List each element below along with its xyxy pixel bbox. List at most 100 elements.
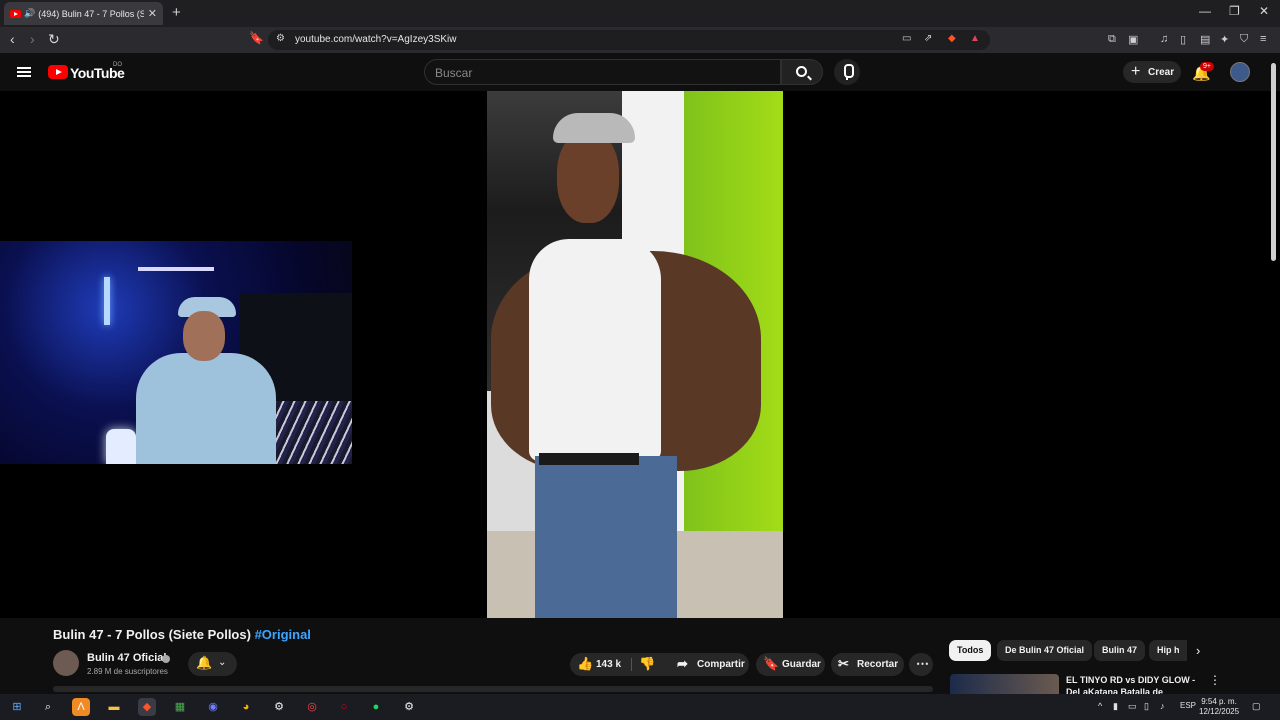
tray-overflow-icon[interactable]: ^	[1098, 701, 1102, 711]
share-button[interactable]: ➦ Compartir	[670, 653, 749, 676]
video-title: Bulin 47 - 7 Pollos (Siete Pollos) #Orig…	[53, 627, 311, 642]
lamp	[106, 429, 136, 464]
volume-tray-icon[interactable]: ♪	[1160, 701, 1165, 711]
music-video-clip	[487, 91, 783, 618]
dancer-cap	[553, 113, 635, 143]
browser-toolbar: ‹ › ↻ 🔖 ⚙ youtube.com/watch?v=AgIzey3SKi…	[0, 27, 1280, 53]
bookmark-icon[interactable]: 🔖	[249, 31, 264, 45]
minimize-icon[interactable]: —	[1199, 4, 1211, 18]
brave-shields-icon[interactable]: ◆	[948, 33, 956, 44]
person-face	[183, 311, 225, 361]
audio-playing-icon[interactable]: 🔊	[24, 8, 35, 19]
chevron-right-icon[interactable]: ›	[1196, 643, 1200, 658]
create-button[interactable]: + Crear	[1123, 61, 1181, 83]
plus-icon: +	[1131, 63, 1141, 80]
dancer-head	[557, 131, 619, 223]
browser-tab-strip: 🔊 (494) Bulin 47 - 7 Pollos (Siete Pollo…	[0, 0, 1280, 27]
sidebar-toggle-icon[interactable]: ▯	[1180, 33, 1186, 46]
file-explorer-icon[interactable]: ▬	[105, 698, 123, 716]
chat-app-icon[interactable]: ◉	[204, 698, 222, 716]
chip-from-channel[interactable]: De Bulin 47 Oficial	[997, 640, 1093, 661]
dancer-tank-top	[529, 239, 661, 461]
mic-tray-icon[interactable]: ▮	[1113, 701, 1118, 712]
description-box[interactable]	[53, 686, 933, 692]
save-button[interactable]: 🔖 Guardar	[756, 653, 825, 676]
clock-date: 12/12/2025	[1199, 707, 1240, 716]
back-icon[interactable]: ‹	[10, 31, 15, 47]
calculator-icon[interactable]: ▦	[171, 698, 189, 716]
chip-bulin47[interactable]: Bulin 47	[1094, 640, 1146, 661]
address-bar[interactable]: ⚙ youtube.com/watch?v=AgIzey3SKiw ▭ ⇗ ◆ …	[268, 30, 990, 50]
share-label: Compartir	[697, 659, 745, 670]
settings-icon[interactable]: ⚙	[400, 698, 418, 716]
chrome-icon[interactable]: ◕	[237, 698, 255, 716]
spotify-icon[interactable]: ●	[367, 698, 385, 716]
avatar[interactable]	[1230, 62, 1250, 82]
share-page-icon[interactable]: ⇗	[924, 33, 932, 44]
vpn-shield-icon[interactable]: ⛉	[1240, 33, 1248, 46]
bookmark-save-icon: 🔖	[763, 656, 780, 671]
notifications-badge: 9+	[1200, 62, 1214, 71]
verified-check-icon	[162, 655, 170, 663]
bell-icon: 🔔	[196, 655, 213, 670]
person-hoodie	[136, 353, 276, 464]
new-tab-button[interactable]: +	[172, 4, 181, 21]
media-icon[interactable]: ♫	[1160, 33, 1168, 45]
dancer-jeans	[535, 456, 677, 618]
clip-button[interactable]: ✂ Recortar	[831, 653, 904, 676]
app-icon-orange[interactable]: Λ	[72, 698, 90, 716]
search-icon	[796, 66, 807, 77]
url-text[interactable]: youtube.com/watch?v=AgIzey3SKiw	[295, 34, 456, 45]
channel-avatar[interactable]	[53, 650, 79, 676]
hamburger-menu-icon[interactable]	[17, 67, 31, 77]
network-tray-icon[interactable]: ▯	[1144, 701, 1149, 712]
hashtag-link[interactable]: #Original	[255, 627, 311, 642]
more-vertical-icon[interactable]: ⋮	[1209, 673, 1221, 687]
chevron-down-icon: ⌄	[218, 657, 227, 668]
taskbar-clock[interactable]: 9:54 p. m. 12/12/2025	[1199, 697, 1239, 717]
media-app-icon[interactable]: ◎	[303, 698, 321, 716]
language-indicator[interactable]: ESP	[1180, 701, 1196, 710]
close-tab-icon[interactable]: ✕	[148, 7, 157, 20]
taskbar-search-icon[interactable]: ⌕	[39, 698, 57, 716]
page-scrollbar[interactable]	[1271, 63, 1276, 261]
chip-all[interactable]: Todos	[949, 640, 992, 661]
youtube-logo-icon[interactable]	[48, 65, 68, 79]
site-settings-icon[interactable]: ⚙	[276, 33, 285, 44]
more-actions-button[interactable]: ⋯	[909, 653, 933, 676]
browser-tab-youtube[interactable]: 🔊 (494) Bulin 47 - 7 Pollos (Siete Pollo…	[4, 2, 163, 25]
opera-icon[interactable]: ○	[335, 698, 353, 716]
shelf	[138, 267, 214, 271]
clock-time: 9:54 p. m.	[1201, 697, 1237, 706]
wallet-card-icon[interactable]: ▤	[1200, 33, 1210, 46]
subscription-bell-button[interactable]: 🔔 ⌄	[188, 652, 237, 676]
brave-browser-icon[interactable]: ◆	[138, 698, 156, 716]
dancer-belt	[539, 453, 639, 465]
reload-icon[interactable]: ↻	[48, 31, 60, 48]
chip-hip-hop[interactable]: Hip h	[1149, 640, 1187, 661]
wallet-icon[interactable]: ▣	[1128, 33, 1138, 46]
search-button[interactable]	[781, 59, 823, 85]
menu-icon[interactable]: ≡	[1260, 33, 1266, 45]
dislike-button[interactable]: 👎	[639, 656, 655, 672]
windows-start-icon[interactable]: ⊞	[8, 698, 26, 716]
search-input[interactable]: Buscar	[424, 59, 781, 85]
extensions-icon[interactable]: ⧉	[1108, 33, 1116, 46]
display-tray-icon[interactable]: ▭	[1128, 701, 1137, 712]
close-window-icon[interactable]: ✕	[1259, 4, 1269, 18]
leo-ai-icon[interactable]: ✦	[1220, 33, 1229, 46]
channel-name[interactable]: Bulin 47 Oficial	[87, 652, 166, 664]
recommended-title[interactable]: EL TINYO RD vs DIDY GLOW - DeLaKatana Ba…	[1066, 674, 1196, 694]
tab-title: (494) Bulin 47 - 7 Pollos (Siete Pollos)…	[38, 8, 144, 19]
forward-icon[interactable]: ›	[30, 31, 35, 47]
cast-icon[interactable]: ▭	[902, 33, 911, 44]
maximize-icon[interactable]: ❐	[1229, 4, 1240, 18]
share-icon: ➦	[677, 656, 688, 671]
steam-icon[interactable]: ⚙	[270, 698, 288, 716]
thumbs-up-icon: 👍	[577, 656, 594, 671]
notifications-center-icon[interactable]: ▢	[1252, 701, 1261, 712]
recommended-thumbnail[interactable]	[950, 674, 1059, 694]
voice-search-icon[interactable]	[834, 59, 860, 85]
brave-rewards-icon[interactable]: ▲	[970, 33, 980, 44]
youtube-header: YouTube DO Buscar + Crear 🔔 9+	[0, 53, 1280, 91]
